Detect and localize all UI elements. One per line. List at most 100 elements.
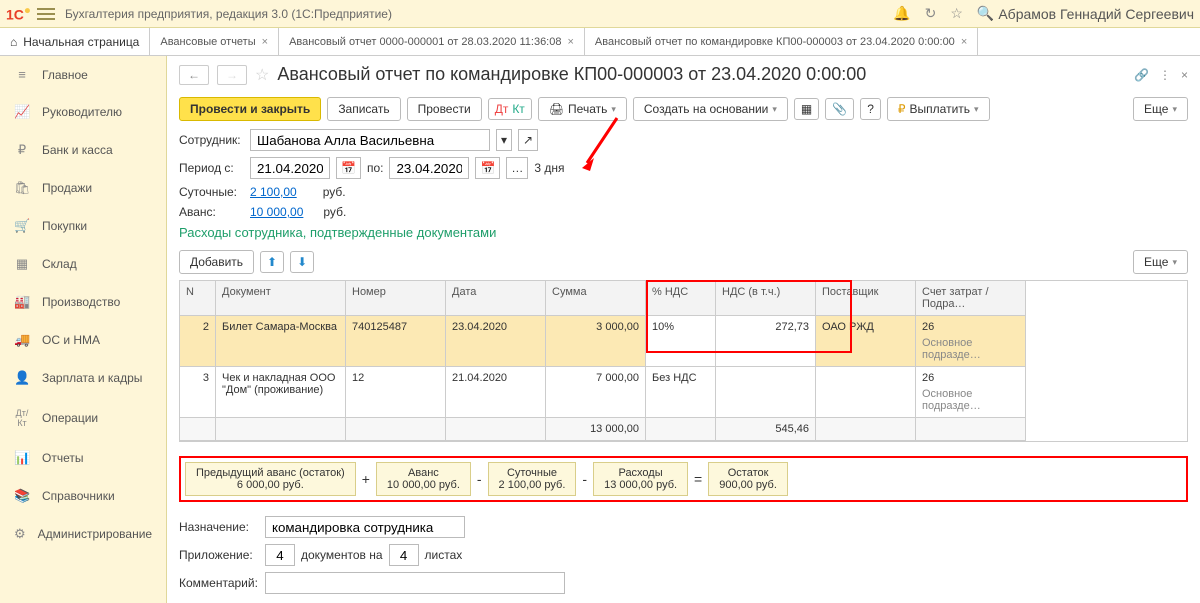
star-icon[interactable]: ☆ <box>950 5 963 22</box>
sidebar-item-references[interactable]: 📚Справочники <box>0 477 166 515</box>
tab-home[interactable]: ⌂ Начальная страница <box>0 28 150 55</box>
move-down-button[interactable]: ⬇ <box>290 251 314 273</box>
sidebar-item-sales[interactable]: 🛍Продажи <box>0 169 166 207</box>
registry-button[interactable]: ▦ <box>794 98 819 120</box>
menu-icon[interactable] <box>37 8 55 20</box>
open-icon[interactable]: ↗ <box>518 129 538 151</box>
col-supplier[interactable]: Поставщик <box>816 281 916 316</box>
document-form: Сотрудник: ▾ ↗ Период с: 📅 по: 📅 … 3 дня… <box>167 125 1200 248</box>
more-icon[interactable]: ⋮ <box>1159 68 1171 82</box>
col-vat[interactable]: НДС (в т.ч.) <box>716 281 816 316</box>
close-icon[interactable]: × <box>1181 68 1188 82</box>
col-n[interactable]: N <box>180 281 216 316</box>
sidebar-item-assets[interactable]: 🚚ОС и НМА <box>0 321 166 359</box>
main-content: ← → ☆ Авансовый отчет по командировке КП… <box>167 56 1200 603</box>
table-toolbar: Добавить ⬆ ⬇ Еще <box>167 248 1200 276</box>
sidebar-item-purchases[interactable]: 🛒Покупки <box>0 207 166 245</box>
purpose-label: Назначение: <box>179 520 259 534</box>
date-to-field[interactable] <box>389 157 469 179</box>
advance-link[interactable]: 10 000,00 <box>250 205 303 219</box>
factory-icon: 🏭 <box>14 294 30 310</box>
purpose-field[interactable] <box>265 516 465 538</box>
prev-advance-box: Предыдущий аванс (остаток)6 000,00 руб. <box>185 462 356 496</box>
chart-icon: 📈 <box>14 104 30 120</box>
col-vat-pct[interactable]: % НДС <box>646 281 716 316</box>
help-button[interactable]: ? <box>860 98 881 120</box>
search-icon: 🔍 <box>977 5 994 22</box>
move-up-button[interactable]: ⬆ <box>260 251 284 273</box>
dropdown-icon[interactable]: ▾ <box>496 129 512 151</box>
favorite-icon[interactable]: ☆ <box>255 65 269 85</box>
table-more-button[interactable]: Еще <box>1133 250 1188 274</box>
close-icon[interactable]: × <box>961 36 967 48</box>
back-button[interactable]: ← <box>179 65 209 85</box>
pay-button[interactable]: ₽ Выплатить <box>887 97 990 121</box>
table-row[interactable]: 3 Чек и накладная ООО "Дом" (проживание)… <box>180 367 1187 418</box>
table-totals: 13 000,00 545,46 <box>180 418 1187 441</box>
tab-report-list[interactable]: Авансовые отчеты × <box>150 28 279 55</box>
table-row[interactable]: 2 Билет Самара-Москва 740125487 23.04.20… <box>180 316 1187 367</box>
home-icon: ⌂ <box>10 35 17 49</box>
sidebar-item-admin[interactable]: ⚙Администрирование <box>0 515 166 553</box>
sidebar-item-bank[interactable]: ₽Банк и касса <box>0 131 166 169</box>
sidebar-item-operations[interactable]: Дт/КтОперации <box>0 397 166 439</box>
more-button[interactable]: Еще <box>1133 97 1188 121</box>
calendar-icon[interactable]: 📅 <box>475 157 500 179</box>
expenses-section-title: Расходы сотрудника, подтвержденные докум… <box>179 225 1188 240</box>
summary-bar: Предыдущий аванс (остаток)6 000,00 руб. … <box>179 456 1188 502</box>
dt-kt-button[interactable]: ДтКт <box>488 98 532 120</box>
dtkt-icon: Дт/Кт <box>14 408 30 428</box>
forward-button[interactable]: → <box>217 65 247 85</box>
process-button[interactable]: Провести <box>407 97 482 121</box>
col-date[interactable]: Дата <box>446 281 546 316</box>
save-button[interactable]: Записать <box>327 97 400 121</box>
sidebar-item-production[interactable]: 🏭Производство <box>0 283 166 321</box>
close-icon[interactable]: × <box>567 36 573 48</box>
process-close-button[interactable]: Провести и закрыть <box>179 97 321 121</box>
sidebar-item-reports[interactable]: 📊Отчеты <box>0 439 166 477</box>
tab-report-1[interactable]: Авансовый отчет 0000-000001 от 28.03.202… <box>279 28 585 55</box>
user-menu[interactable]: 🔍 Абрамов Геннадий Сергеевич <box>977 5 1194 22</box>
bell-icon[interactable]: 🔔 <box>893 5 910 22</box>
sidebar-item-warehouse[interactable]: ▦Склад <box>0 245 166 283</box>
advance-box: Аванс10 000,00 руб. <box>376 462 471 496</box>
sidebar-item-manager[interactable]: 📈Руководителю <box>0 93 166 131</box>
app-title: Бухгалтерия предприятия, редакция 3.0 (1… <box>65 7 893 21</box>
calendar-icon[interactable]: 📅 <box>336 157 361 179</box>
daily-label: Суточные: <box>179 185 244 199</box>
sidebar-item-main[interactable]: ≡Главное <box>0 56 166 93</box>
comment-field[interactable] <box>265 572 565 594</box>
comment-label: Комментарий: <box>179 576 259 590</box>
create-based-button[interactable]: Создать на основании <box>633 97 788 121</box>
docs-count-field[interactable] <box>265 544 295 566</box>
date-from-field[interactable] <box>250 157 330 179</box>
col-sum[interactable]: Сумма <box>546 281 646 316</box>
employee-label: Сотрудник: <box>179 133 244 147</box>
bag-icon: 🛍 <box>14 180 30 196</box>
bars-icon: 📊 <box>14 450 30 466</box>
attach-button[interactable]: 📎 <box>825 98 854 120</box>
sidebar-item-hr[interactable]: 👤Зарплата и кадры <box>0 359 166 397</box>
col-document[interactable]: Документ <box>216 281 346 316</box>
expenses-table: N Документ Номер Дата Сумма % НДС НДС (в… <box>179 280 1188 442</box>
col-number[interactable]: Номер <box>346 281 446 316</box>
link-icon[interactable]: 🔗 <box>1134 68 1149 82</box>
gear-icon: ⚙ <box>14 526 26 542</box>
print-button[interactable]: 🖨Печать <box>538 97 627 121</box>
print-icon: 🖨 <box>549 102 564 116</box>
menu-icon: ≡ <box>14 67 30 82</box>
employee-field[interactable] <box>250 129 490 151</box>
close-icon[interactable]: × <box>262 36 268 48</box>
books-icon: 📚 <box>14 488 30 504</box>
daily-box: Суточные2 100,00 руб. <box>488 462 577 496</box>
sheets-count-field[interactable] <box>389 544 419 566</box>
user-name: Абрамов Геннадий Сергеевич <box>998 6 1194 22</box>
history-icon[interactable]: ↻ <box>925 5 937 22</box>
period-label: Период с: <box>179 161 244 175</box>
add-row-button[interactable]: Добавить <box>179 250 254 274</box>
tab-report-3[interactable]: Авансовый отчет по командировке КП00-000… <box>585 28 978 55</box>
daily-link[interactable]: 2 100,00 <box>250 185 297 199</box>
page-header: ← → ☆ Авансовый отчет по командировке КП… <box>167 56 1200 93</box>
col-account[interactable]: Счет затрат / Подра… <box>916 281 1026 316</box>
ellipsis-button[interactable]: … <box>506 157 528 179</box>
